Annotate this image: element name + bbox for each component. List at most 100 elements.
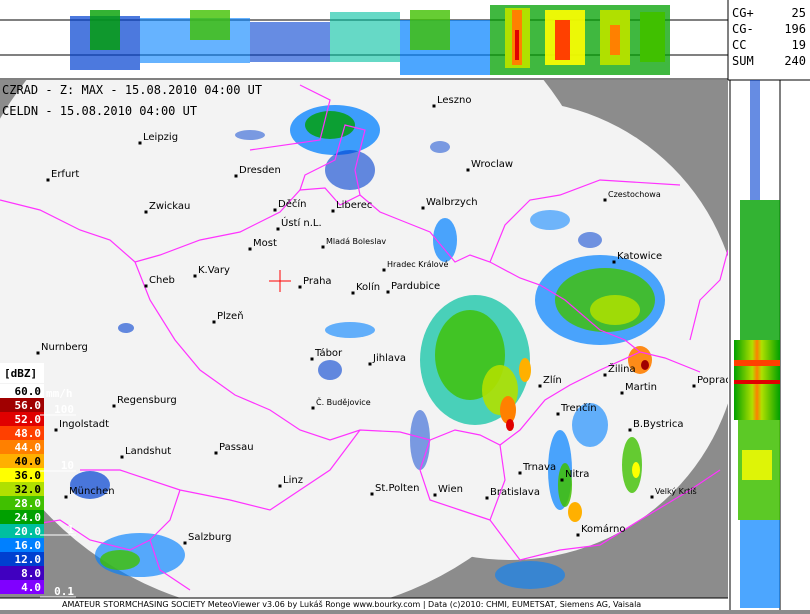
stat-sum-value: 240 — [784, 54, 806, 68]
legend-label: 36.0 — [15, 469, 42, 482]
city-label: Czestochowa — [608, 190, 661, 199]
city-label: Dresden — [239, 165, 281, 176]
city-dot — [560, 478, 564, 482]
city-dot — [310, 357, 314, 361]
city-dot — [603, 373, 607, 377]
city-label: Passau — [219, 442, 254, 453]
city-dot — [628, 428, 632, 432]
city-dot — [212, 320, 216, 324]
city-label: K.Vary — [198, 265, 230, 276]
legend-rate-label: 0.1 — [54, 585, 74, 598]
city-19: Kolín — [351, 281, 380, 295]
city-label: Tábor — [314, 347, 343, 359]
city-label: Wroclaw — [471, 159, 513, 170]
city-label: Leszno — [437, 95, 471, 106]
city-label: Walbrzych — [426, 197, 478, 208]
city-dot — [248, 247, 252, 251]
city-dot — [193, 274, 197, 278]
city-label: Pardubice — [391, 281, 440, 292]
city-label: Linz — [283, 475, 303, 486]
city-dot — [273, 208, 277, 212]
stat-cg-minus-label: CG- — [732, 22, 754, 36]
legend-rate-label: 10 — [61, 459, 74, 472]
legend-label: 20.0 — [15, 525, 42, 538]
city-32: B.Bystrica — [628, 419, 683, 432]
city-39: Wien — [433, 484, 463, 497]
city-25: Poprad — [692, 375, 732, 388]
city-10: Ústí n.L. — [276, 216, 322, 231]
city-label: Ingolstadt — [59, 419, 109, 430]
city-label: Praha — [303, 276, 332, 287]
city-28: Regensburg — [112, 395, 177, 408]
city-dot — [370, 492, 374, 496]
city-9: Walbrzych — [421, 197, 478, 210]
city-7: Děčín — [273, 198, 306, 212]
radar-viewer: CG+ 25 CG- 196 CC 19 SUM 240 Leszno Leip… — [0, 0, 810, 610]
city-dot — [64, 495, 68, 499]
city-13: Katowice — [612, 251, 662, 264]
city-dot — [421, 206, 425, 210]
radar-canvas: CG+ 25 CG- 196 CC 19 SUM 240 LesznoLeipz… — [0, 0, 810, 610]
city-37: Linz — [278, 475, 303, 488]
legend-label: 4.0 — [21, 581, 41, 594]
city-label: Landshut — [125, 446, 171, 457]
city-42: München — [64, 486, 115, 499]
city-label: Katowice — [617, 251, 662, 262]
city-21: Nurnberg — [36, 342, 88, 355]
legend-label: 16.0 — [15, 539, 42, 552]
city-label: Komárno — [581, 523, 625, 535]
footer-bar: AMATEUR STORMCHASING SOCIETY MeteoViewer… — [0, 597, 728, 610]
city-label: Plzeň — [217, 310, 244, 322]
city-dot — [603, 198, 607, 202]
city-12: Most — [248, 238, 277, 251]
city-label: Leipzig — [143, 132, 178, 143]
city-label: Regensburg — [117, 395, 177, 406]
city-label: Děčín — [278, 198, 306, 210]
city-dot — [331, 209, 335, 213]
city-18: Pardubice — [386, 281, 440, 294]
city-dot — [144, 284, 148, 288]
city-dot — [46, 178, 50, 182]
stat-cg-plus-label: CG+ — [732, 6, 754, 20]
city-15: Praha — [298, 276, 332, 289]
city-dot — [120, 455, 124, 459]
city-label: Poprad — [697, 375, 732, 386]
city-0: Leszno — [432, 95, 471, 108]
city-4: Wroclaw — [466, 159, 513, 172]
city-dot — [321, 245, 325, 249]
city-dot — [368, 362, 372, 366]
city-35: Trnava — [518, 462, 556, 475]
city-label: Zlín — [543, 374, 562, 386]
city-label: Trnava — [522, 462, 556, 473]
city-label: Kolín — [356, 281, 380, 293]
city-dot — [518, 471, 522, 475]
legend-label: 24.0 — [15, 511, 42, 524]
city-label: Žilina — [608, 362, 636, 375]
city-label: Salzburg — [188, 532, 231, 543]
stat-cg-minus-value: 196 — [784, 22, 806, 36]
city-dot — [276, 227, 280, 231]
city-label: Jihlava — [372, 353, 406, 364]
stat-cc-value: 19 — [792, 38, 806, 52]
city-dot — [54, 428, 58, 432]
city-label: Zwickau — [149, 201, 190, 212]
legend-label: 8.0 — [21, 567, 41, 580]
city-17: Cheb — [144, 275, 175, 288]
city-38: St.Polten — [370, 483, 419, 496]
city-3: Dresden — [234, 165, 281, 178]
lightning-stats-panel: CG+ 25 CG- 196 CC 19 SUM 240 — [727, 0, 810, 80]
legend-rate-label: 100 — [54, 403, 74, 416]
city-label: Velký Krtíš — [655, 486, 697, 496]
city-dot — [576, 533, 580, 537]
city-label: München — [69, 486, 115, 497]
legend-rate-label: 1 — [67, 523, 74, 536]
legend-label: 48.0 — [15, 427, 42, 440]
legend-label: 44.0 — [15, 441, 42, 454]
city-label: Trenčín — [560, 402, 597, 414]
city-1: Leipzig — [138, 132, 178, 145]
city-label: Mladá Boleslav — [326, 237, 386, 246]
city-dot — [386, 290, 390, 294]
city-label: B.Bystrica — [633, 419, 683, 430]
city-dot — [556, 412, 560, 416]
stat-cg-plus-value: 25 — [792, 6, 806, 20]
